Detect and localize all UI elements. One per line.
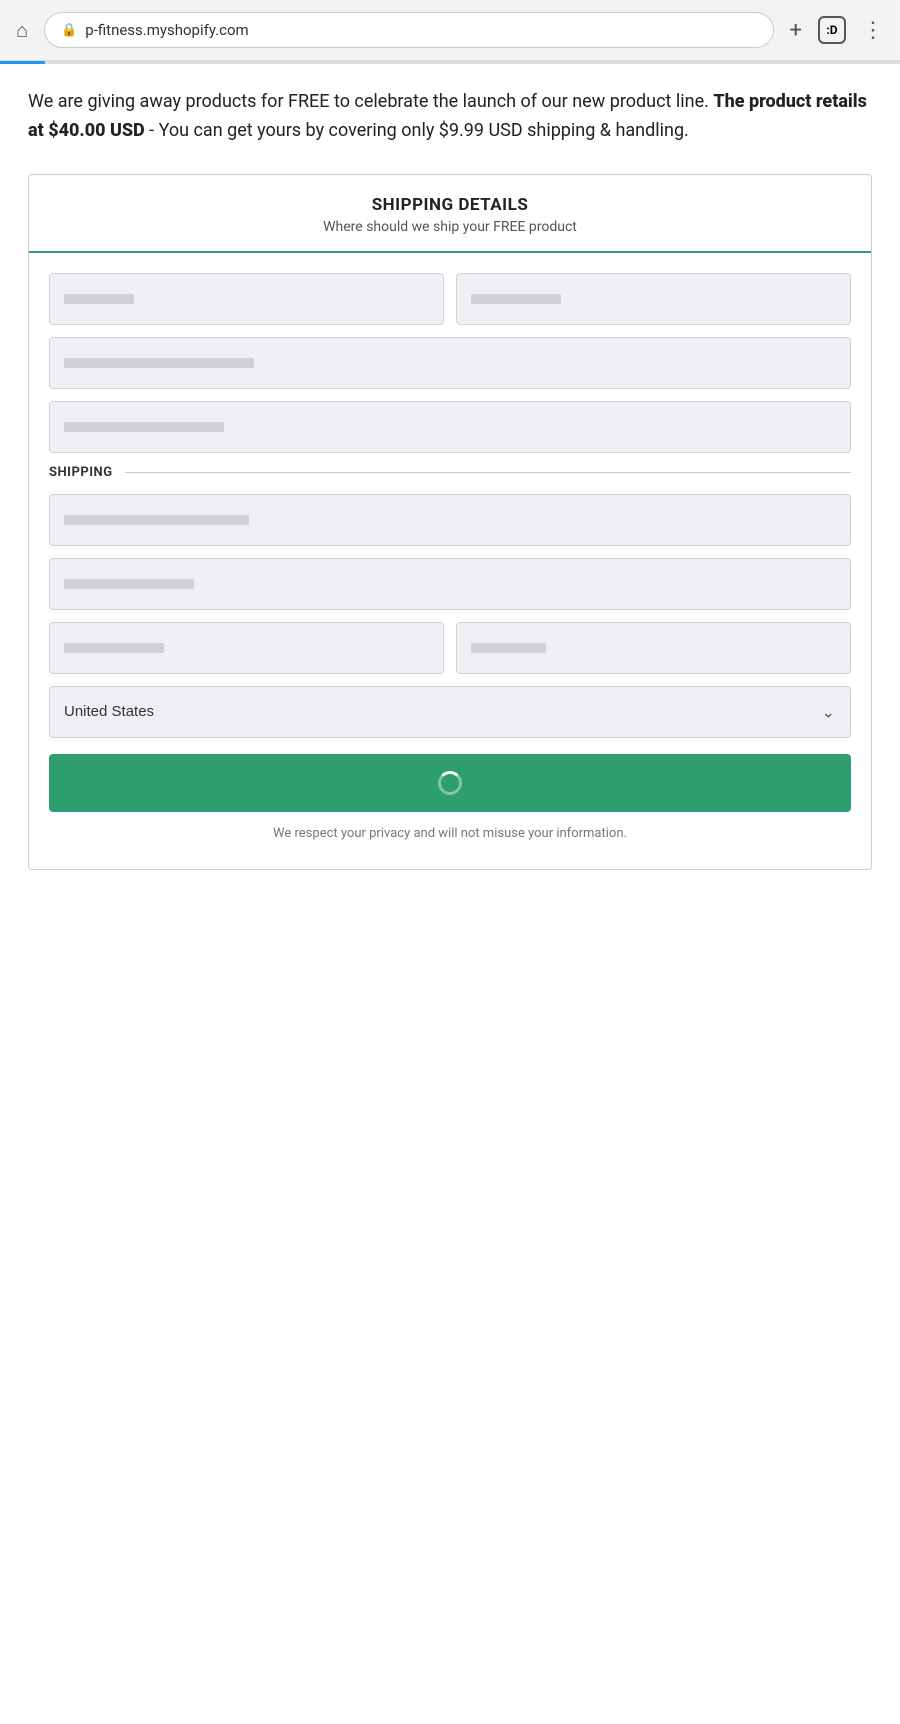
phone-redacted [64, 422, 224, 432]
first-name-field[interactable] [49, 273, 444, 325]
privacy-text: We respect your privacy and will not mis… [49, 826, 851, 841]
phone-field[interactable] [49, 401, 851, 453]
menu-icon[interactable]: ⋮ [862, 18, 884, 43]
shipping-card-title: SHIPPING DETAILS [53, 195, 847, 215]
browser-chrome: ⌂ 🔒 p-fitness.myshopify.com + :D ⋮ [0, 0, 900, 61]
bottom-space [0, 1524, 900, 1724]
tab-switcher-icon[interactable]: :D [818, 16, 846, 44]
state-field[interactable] [49, 622, 444, 674]
shipping-card-body: SHIPPING [29, 253, 871, 869]
email-field[interactable] [49, 337, 851, 389]
promo-paragraph: We are giving away products for FREE to … [28, 88, 872, 146]
city-redacted [64, 579, 194, 589]
shipping-label-text: SHIPPING [49, 465, 113, 480]
promo-text-after: - You can get yours by covering only $9.… [145, 120, 689, 141]
name-row [49, 273, 851, 325]
zip-field[interactable] [456, 622, 851, 674]
email-redacted [64, 358, 254, 368]
new-tab-icon[interactable]: + [790, 18, 802, 43]
submit-button[interactable] [49, 754, 851, 812]
home-icon[interactable]: ⌂ [16, 18, 28, 43]
promo-text-normal: We are giving away products for FREE to … [28, 91, 713, 112]
loading-spinner [438, 771, 462, 795]
address-redacted [64, 515, 249, 525]
last-name-redacted [471, 294, 561, 304]
country-select-wrapper[interactable]: United States Canada United Kingdom Aust… [49, 686, 851, 738]
shipping-card: SHIPPING DETAILS Where should we ship yo… [28, 174, 872, 870]
country-select[interactable]: United States Canada United Kingdom Aust… [49, 686, 851, 738]
shipping-card-subtitle: Where should we ship your FREE product [53, 219, 847, 235]
tab-switcher-label: :D [826, 23, 837, 37]
shipping-label-line [125, 472, 851, 473]
zip-redacted [471, 643, 546, 653]
page-content: We are giving away products for FREE to … [0, 64, 900, 1524]
lock-icon: 🔒 [61, 23, 77, 38]
shipping-section-label: SHIPPING [49, 465, 851, 480]
state-zip-row [49, 622, 851, 674]
state-redacted [64, 643, 164, 653]
city-field[interactable] [49, 558, 851, 610]
last-name-field[interactable] [456, 273, 851, 325]
shipping-card-header: SHIPPING DETAILS Where should we ship yo… [29, 175, 871, 253]
address-bar[interactable]: 🔒 p-fitness.myshopify.com [44, 12, 773, 48]
address-field[interactable] [49, 494, 851, 546]
url-text: p-fitness.myshopify.com [85, 21, 248, 39]
first-name-redacted [64, 294, 134, 304]
